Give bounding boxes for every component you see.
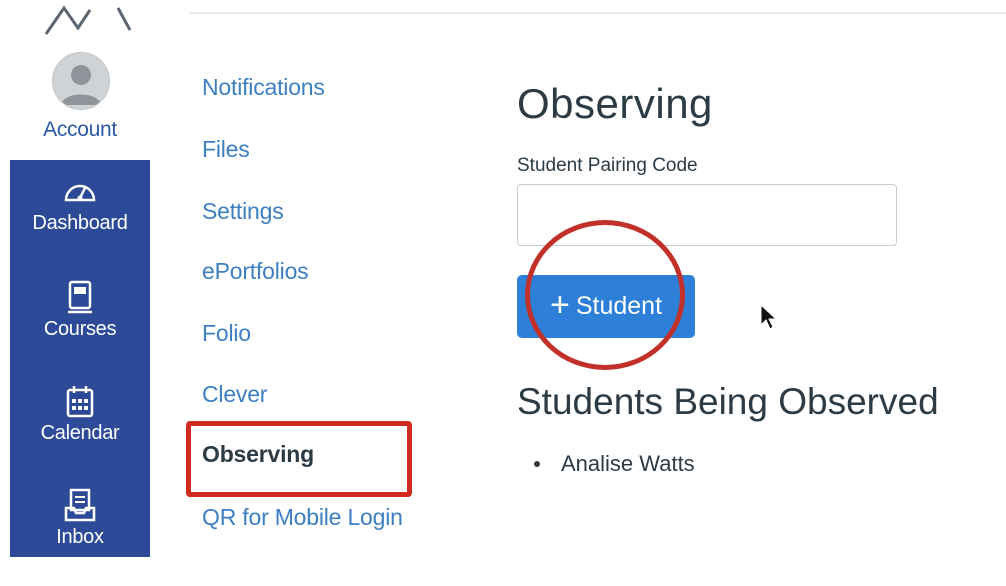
calendar-icon [66, 386, 94, 418]
inbox-icon [64, 488, 96, 522]
nav-item-courses[interactable]: Courses [10, 278, 150, 378]
nav-blue-panel: Dashboard Courses Calendar Inbox [10, 160, 150, 557]
page-title: Observing [517, 80, 713, 127]
global-navigation: Account Dashboard Courses Calendar Inbox [10, 0, 150, 557]
sub-nav-eportfolios[interactable]: ePortfolios [202, 258, 309, 285]
nav-item-account[interactable]: Account [10, 44, 150, 156]
student-name: Analise Watts [561, 451, 695, 476]
sub-nav-clever[interactable]: Clever [202, 381, 267, 408]
pairing-code-label: Student Pairing Code [517, 155, 698, 176]
left-edge [0, 0, 10, 557]
nav-item-label: Account [43, 118, 117, 141]
sub-nav-files[interactable]: Files [202, 136, 250, 163]
mouse-pointer-icon [760, 303, 778, 330]
bullet-icon [534, 461, 540, 467]
sub-nav-settings[interactable]: Settings [202, 198, 284, 225]
avatar [52, 52, 110, 110]
nav-item-label: Calendar [40, 422, 120, 444]
sub-nav-notifications[interactable]: Notifications [202, 74, 325, 101]
nav-item-calendar[interactable]: Calendar [10, 382, 150, 482]
sub-nav-folio[interactable]: Folio [202, 320, 251, 347]
observed-students-list: Analise Watts [517, 448, 695, 480]
courses-icon [68, 280, 92, 314]
nav-item-label: Courses [43, 318, 117, 340]
observed-students-heading: Students Being Observed [517, 381, 939, 422]
annotation-circle [525, 220, 685, 370]
nav-item-label: Inbox [56, 526, 104, 548]
list-item: Analise Watts [517, 448, 695, 480]
sub-nav-qr-mobile-login[interactable]: QR for Mobile Login [202, 504, 403, 531]
nav-item-dashboard[interactable]: Dashboard [10, 172, 150, 272]
nav-item-inbox[interactable]: Inbox [10, 486, 150, 586]
dashboard-icon [64, 184, 96, 202]
nav-item-label: Dashboard [32, 212, 128, 234]
logo-icon [44, 5, 132, 35]
annotation-highlight-box [186, 421, 412, 497]
